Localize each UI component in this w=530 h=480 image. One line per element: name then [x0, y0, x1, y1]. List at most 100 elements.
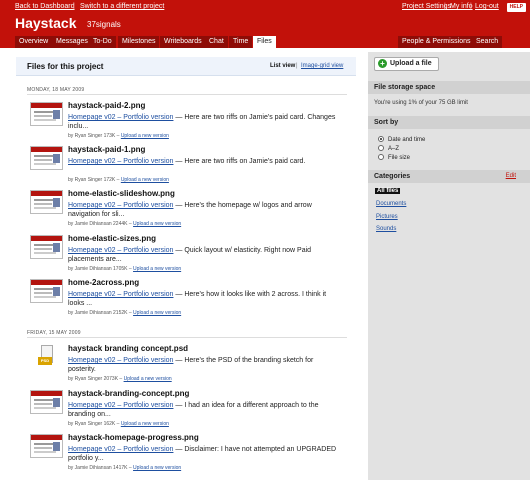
upload-file-label: Upload a file	[390, 60, 432, 67]
date-divider	[27, 94, 347, 95]
file-category-link[interactable]: Homepage v02 – Portfolio version	[68, 247, 173, 254]
file-meta: by Ryan Singer 2073K – Upload a new vers…	[68, 376, 172, 382]
sort-title: Sort by	[374, 119, 399, 126]
file-thumbnail[interactable]	[30, 102, 63, 126]
file-category-link[interactable]: Homepage v02 – Portfolio version	[68, 357, 173, 364]
file-description: Homepage v02 – Portfolio version — Here'…	[68, 201, 338, 219]
sort-option-size[interactable]: File size	[378, 154, 410, 163]
file-thumbnail[interactable]	[30, 390, 63, 414]
upload-file-button[interactable]: + Upload a file	[374, 57, 439, 71]
file-category-link[interactable]: Homepage v02 – Portfolio version	[68, 202, 173, 209]
file-meta: by Ryan Singer 162K – Upload a new versi…	[68, 421, 169, 427]
logout-link[interactable]: Log-out	[475, 3, 499, 10]
upload-new-version-link[interactable]: Upload a new version	[121, 133, 169, 139]
file-author-size: by Jamie Dihiansan 1705K –	[68, 266, 134, 272]
file-item: haystack-homepage-progress.png Homepage …	[30, 431, 350, 475]
list-view-label: List view	[270, 63, 296, 69]
tab-time[interactable]: Time	[229, 36, 253, 48]
main-tabs: Overview Messages To-Do Milestones Write…	[0, 36, 530, 48]
file-category-link[interactable]: Homepage v02 – Portfolio version	[68, 114, 173, 121]
file-name[interactable]: haystack-paid-2.png	[68, 101, 145, 110]
file-meta: by Ryan Singer 172K – Upload a new versi…	[68, 177, 169, 183]
file-thumbnail[interactable]	[30, 279, 63, 303]
file-meta: by Jamie Dihiansan 2152K – Upload a new …	[68, 310, 181, 316]
image-grid-view-link[interactable]: Image-grid view	[301, 63, 343, 69]
sort-section-header: Sort by	[368, 116, 530, 129]
app-header: Back to Dashboard | Switch to a differen…	[0, 0, 530, 48]
tab-search[interactable]: Search	[472, 36, 503, 48]
file-name[interactable]: haystack-paid-1.png	[68, 145, 145, 154]
upload-new-version-link[interactable]: Upload a new version	[121, 421, 169, 427]
files-panel: Files for this project List view | Image…	[16, 57, 356, 480]
tab-messages[interactable]: Messages	[52, 36, 92, 48]
file-meta: by Ryan Singer 173K – Upload a new versi…	[68, 133, 169, 139]
sort-option-date[interactable]: Date and time	[378, 136, 425, 145]
category-sounds[interactable]: Sounds	[376, 226, 396, 232]
plus-icon: +	[378, 59, 387, 68]
file-name[interactable]: haystack-branding-concept.png	[68, 389, 189, 398]
file-description: Homepage v02 – Portfolio version — Quick…	[68, 246, 338, 264]
file-author-size: by Ryan Singer 173K –	[68, 133, 121, 139]
sort-option-az[interactable]: A–Z	[378, 145, 399, 154]
file-description: Homepage v02 – Portfolio version — Discl…	[68, 445, 338, 463]
upload-new-version-link[interactable]: Upload a new version	[133, 310, 181, 316]
upload-new-version-link[interactable]: Upload a new version	[133, 221, 181, 227]
radio-icon	[378, 154, 384, 160]
tab-todo[interactable]: To-Do	[89, 36, 116, 48]
back-to-dashboard-link[interactable]: Back to Dashboard	[15, 3, 75, 10]
file-category-link[interactable]: Homepage v02 – Portfolio version	[68, 158, 173, 165]
storage-usage-text: You're using 1% of your 75 GB limit	[374, 100, 468, 106]
upload-new-version-link[interactable]: Upload a new version	[121, 177, 169, 183]
file-thumbnail[interactable]	[30, 146, 63, 170]
category-documents[interactable]: Documents	[376, 201, 406, 207]
file-category-link[interactable]: Homepage v02 – Portfolio version	[68, 446, 173, 453]
category-pictures[interactable]: Pictures	[376, 214, 398, 220]
help-button[interactable]: HELP	[506, 3, 526, 12]
radio-icon	[378, 145, 384, 151]
file-description: Homepage v02 – Portfolio version — Here …	[68, 157, 338, 175]
files-panel-header: Files for this project List view | Image…	[16, 57, 356, 76]
file-meta: by Jamie Dihiansan 1705K – Upload a new …	[68, 266, 181, 272]
edit-categories-link[interactable]: Edit	[506, 173, 516, 179]
file-name[interactable]: home-2across.png	[68, 278, 139, 287]
file-description: Homepage v02 – Portfolio version — I had…	[68, 401, 338, 419]
page-title: Files for this project	[27, 62, 104, 71]
file-thumbnail[interactable]	[30, 434, 63, 458]
tab-writeboards[interactable]: Writeboards	[160, 36, 206, 48]
file-thumbnail[interactable]	[30, 235, 63, 259]
tab-overview[interactable]: Overview	[15, 36, 53, 48]
upload-new-version-link[interactable]: Upload a new version	[124, 376, 172, 382]
file-name[interactable]: haystack-homepage-progress.png	[68, 433, 199, 442]
file-category-link[interactable]: Homepage v02 – Portfolio version	[68, 402, 173, 409]
categories-section-header: Categories Edit	[368, 170, 530, 183]
tab-people-permissions[interactable]: People & Permissions	[398, 36, 475, 48]
file-meta: by Jamie Dihiansan 2244K – Upload a new …	[68, 221, 181, 227]
top-separator: |	[73, 3, 75, 10]
file-thumbnail[interactable]	[30, 190, 63, 214]
file-category-link[interactable]: Homepage v02 – Portfolio version	[68, 291, 173, 298]
storage-title: File storage space	[374, 84, 436, 91]
categories-title: Categories	[374, 173, 411, 180]
file-item: home-elastic-slideshow.png Homepage v02 …	[30, 187, 350, 231]
top-separator: |	[470, 3, 472, 10]
psd-file-icon[interactable]: PSD	[38, 345, 56, 367]
file-author-size: by Ryan Singer 162K –	[68, 421, 121, 427]
file-author-size: by Jamie Dihiansan 2152K –	[68, 310, 134, 316]
file-description: Homepage v02 – Portfolio version — Here …	[68, 113, 338, 131]
tab-milestones[interactable]: Milestones	[118, 36, 160, 48]
file-author-size: by Ryan Singer 172K –	[68, 177, 121, 183]
date-divider	[27, 337, 347, 338]
file-description: Homepage v02 – Portfolio version — Here'…	[68, 356, 338, 374]
file-description-text: — Here are two riffs on Jamie's paid car…	[173, 158, 306, 165]
file-author-size: by Jamie Dihiansan 2244K –	[68, 221, 134, 227]
file-name[interactable]: home-elastic-sizes.png	[68, 234, 156, 243]
upload-new-version-link[interactable]: Upload a new version	[133, 266, 181, 272]
upload-new-version-link[interactable]: Upload a new version	[133, 465, 181, 471]
view-separator: |	[296, 63, 298, 69]
category-all-files[interactable]: All files	[375, 188, 401, 194]
switch-project-link[interactable]: Switch to a different project	[80, 3, 164, 10]
file-name[interactable]: home-elastic-slideshow.png	[68, 189, 175, 198]
tab-files[interactable]: Files	[253, 36, 276, 48]
tab-chat[interactable]: Chat	[205, 36, 228, 48]
file-name[interactable]: haystack branding concept.psd	[68, 344, 188, 353]
